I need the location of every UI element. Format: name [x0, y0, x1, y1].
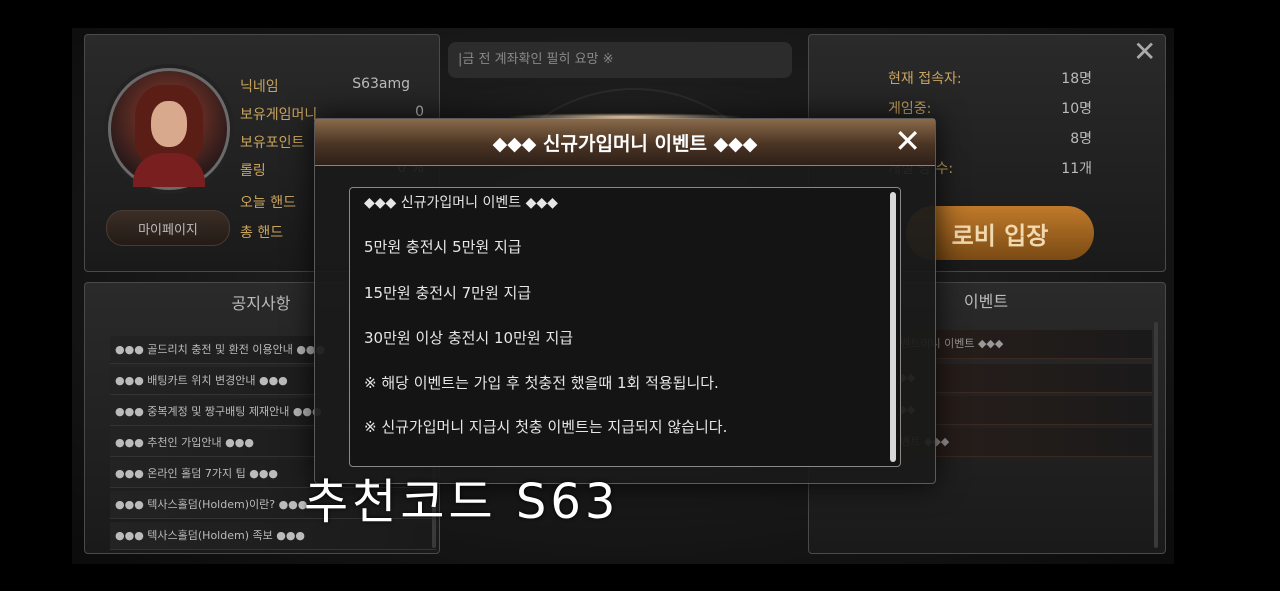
today-hands-label: 오늘 핸드: [240, 195, 296, 211]
modal-line: ◆◆◆ 신규가입머니 이벤트 ◆◆◆: [364, 195, 558, 211]
rooms-value: 11개: [1061, 161, 1092, 177]
event-modal: ◆◆◆ 신규가입머니 이벤트 ◆◆◆ ✕ ◆◆◆ 신규가입머니 이벤트 ◆◆◆ …: [314, 113, 936, 484]
modal-line: 30만원 이상 충전시 10만원 지급: [364, 329, 574, 347]
nickname-value: S63amg: [352, 76, 410, 92]
online-users-value: 18명: [1061, 71, 1092, 87]
modal-line: ※ 신규가입머니 지급시 첫충 이벤트는 지급되지 않습니다.: [364, 418, 728, 436]
modal-title: ◆◆◆ 신규가입머니 이벤트 ◆◆◆: [315, 119, 935, 166]
modal-scrollbar[interactable]: [890, 192, 896, 462]
nickname-label: 닉네임: [240, 79, 279, 95]
event-title: 이벤트: [963, 292, 1009, 311]
notice-ticker: |금 전 계좌확인 필히 요망 ※: [448, 42, 792, 78]
points-label: 보유포인트: [240, 135, 305, 151]
rolling-label: 롤링: [240, 163, 266, 179]
modal-line: ※ 해당 이벤트는 가입 후 첫충전 했을때 1회 적용됩니다.: [364, 374, 719, 392]
modal-line: 15만원 충전시 7만원 지급: [364, 284, 532, 302]
modal-close-icon[interactable]: ✕: [894, 125, 921, 157]
referral-code-overlay: 추천코드 S63: [304, 474, 620, 530]
waiting-value: 8명: [1070, 131, 1092, 147]
close-icon[interactable]: ✕: [1133, 38, 1156, 66]
event-scrollbar[interactable]: [1154, 322, 1158, 548]
modal-content: ◆◆◆ 신규가입머니 이벤트 ◆◆◆ 5만원 충전시 5만원 지급 15만원 충…: [349, 187, 901, 467]
mypage-button[interactable]: 마이페이지: [106, 210, 230, 246]
user-avatar: [108, 68, 230, 190]
in-game-value: 10명: [1061, 101, 1092, 117]
in-game-label: 게임중:: [888, 101, 932, 117]
total-hands-label: 총 핸드: [240, 225, 284, 241]
modal-line: 5만원 충전시 5만원 지급: [364, 238, 522, 256]
avatar-face: [151, 101, 187, 147]
online-users-label: 현재 접속자:: [888, 71, 962, 87]
